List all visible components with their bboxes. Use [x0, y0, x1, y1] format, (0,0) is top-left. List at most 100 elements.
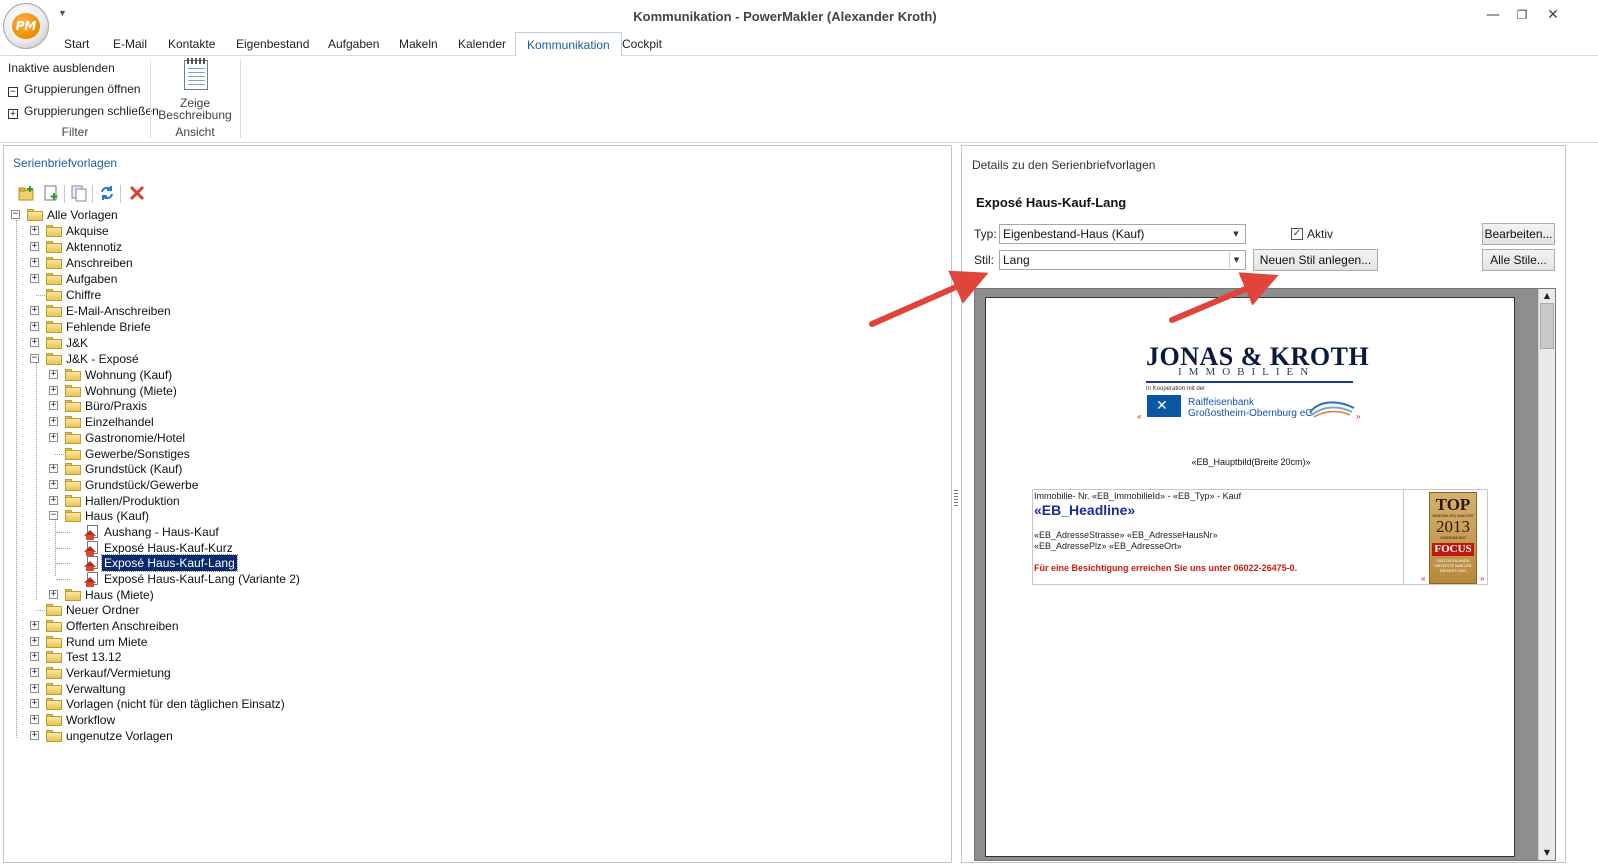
expand-icon[interactable]: + — [49, 433, 58, 442]
expand-icon[interactable]: + — [30, 652, 39, 661]
house-document-icon — [84, 556, 100, 571]
chevron-down-icon: ▼ — [1233, 230, 1239, 238]
scroll-up-icon[interactable]: ▲ — [1539, 289, 1555, 303]
hauptbild-field: «EB_Hauptbild(Breite 20cm)» — [1191, 457, 1311, 467]
expand-icon[interactable]: + — [30, 338, 39, 347]
gruppierungen-oeffnen-button[interactable]: − Gruppierungen öffnen — [8, 82, 141, 97]
folder-icon — [46, 305, 62, 317]
tree-node-label: Rund um Miete — [66, 635, 148, 649]
tree-node-label: Aktennotiz — [66, 240, 123, 254]
folder-icon — [46, 667, 62, 679]
scroll-down-icon[interactable]: ▼ — [1539, 846, 1555, 860]
tree-node-label: E-Mail-Anschreiben — [66, 304, 171, 318]
minimize-button[interactable]: — — [1480, 4, 1506, 26]
address-city-field: «EB_AdressePlz» «EB_AdresseOrt» — [1034, 541, 1182, 551]
expand-icon[interactable]: + — [49, 370, 58, 379]
folder-icon — [46, 651, 62, 663]
typ-select[interactable]: Eigenbestand-Haus (Kauf) ▼ — [999, 224, 1246, 244]
gruppierungen-schliessen-label: Gruppierungen schließen — [24, 104, 159, 118]
neuen-stil-anlegen-button[interactable]: Neuen Stil anlegen... — [1253, 249, 1378, 271]
expand-icon[interactable]: + — [30, 699, 39, 708]
notepad-icon[interactable] — [184, 58, 208, 90]
beschreibung-label[interactable]: Beschreibung — [155, 108, 235, 122]
tab-kalender[interactable]: Kalender — [447, 32, 517, 56]
tree-node-label: Gastronomie/Hotel — [85, 431, 186, 445]
property-info-box: Immobilie- Nr. «EB_ImmobilieId» - «EB_Ty… — [1032, 489, 1488, 585]
folder-icon — [46, 620, 62, 632]
stil-select[interactable]: Lang ▼ — [999, 250, 1246, 270]
tab-kommunikation[interactable]: Kommunikation — [515, 32, 622, 57]
delete-icon[interactable] — [128, 184, 146, 202]
expand-icon[interactable]: + — [49, 590, 58, 599]
tab-email[interactable]: E-Mail — [102, 32, 158, 56]
tree-node-label: Exposé Haus-Kauf-Kurz — [104, 541, 233, 555]
refresh-icon[interactable] — [98, 184, 116, 202]
splitter-handle[interactable] — [954, 490, 958, 508]
gruppierungen-schliessen-button[interactable]: + Gruppierungen schließen — [8, 104, 159, 119]
collapse-icon[interactable]: − — [49, 511, 58, 520]
tab-makeln[interactable]: Makeln — [388, 32, 449, 56]
tab-kontakte[interactable]: Kontakte — [157, 32, 226, 56]
folder-icon — [46, 337, 62, 349]
tab-aufgaben[interactable]: Aufgaben — [317, 32, 390, 56]
ribbon-group-ansicht-label: Ansicht — [175, 125, 215, 139]
expand-icon[interactable]: + — [30, 668, 39, 677]
expand-icon[interactable]: + — [49, 401, 58, 410]
expand-icon[interactable]: + — [49, 386, 58, 395]
alle-stile-button[interactable]: Alle Stile... — [1482, 249, 1555, 271]
collapse-icon[interactable]: − — [30, 354, 39, 363]
inaktive-ausblenden-button[interactable]: Inaktive ausblenden — [8, 61, 115, 75]
expand-icon[interactable]: + — [30, 621, 39, 630]
tree-node-label: Einzelhandel — [85, 415, 154, 429]
new-folder-icon[interactable] — [18, 184, 36, 202]
expand-icon[interactable]: + — [49, 417, 58, 426]
expand-icon[interactable]: + — [49, 480, 58, 489]
bearbeiten-button[interactable]: Bearbeiten... — [1482, 223, 1555, 245]
tree-node-label: Fehlende Briefe — [66, 320, 151, 334]
folder-icon — [65, 400, 81, 412]
folder-icon — [65, 416, 81, 428]
expand-icon[interactable]: + — [30, 226, 39, 235]
expand-icon[interactable]: + — [30, 322, 39, 331]
expand-icon[interactable]: + — [30, 258, 39, 267]
expand-icon[interactable]: + — [49, 496, 58, 505]
expand-icon[interactable]: + — [30, 306, 39, 315]
document-preview[interactable]: JONAS & KROTH IMMOBILIEN In Kooperation … — [974, 288, 1556, 861]
new-document-icon[interactable] — [42, 184, 60, 202]
expand-icon[interactable]: + — [30, 242, 39, 251]
close-button[interactable]: ✕ — [1540, 4, 1566, 26]
stil-value: Lang — [1003, 253, 1030, 267]
tab-eigenbestand[interactable]: Eigenbestand — [225, 32, 320, 56]
tab-start[interactable]: Start — [53, 32, 100, 56]
panel-title: Details zu den Serienbriefvorlagen — [972, 158, 1156, 172]
folder-icon — [65, 448, 81, 460]
folder-icon — [65, 432, 81, 444]
stil-label: Stil: — [974, 253, 995, 267]
tree-node-label: Grundstück (Kauf) — [85, 462, 183, 476]
tree-node-label: Workflow — [66, 713, 116, 727]
tab-cockpit[interactable]: Cockpit — [611, 32, 673, 56]
restore-button[interactable]: ❐ — [1509, 4, 1535, 26]
folder-icon — [65, 495, 81, 507]
preview-scrollbar[interactable]: ▲ ▼ — [1538, 289, 1555, 860]
copy-icon[interactable] — [70, 184, 88, 202]
expand-icon[interactable]: + — [30, 731, 39, 740]
info-divider — [1403, 490, 1404, 584]
besichtigung-text: Für eine Besichtigung erreichen Sie uns … — [1034, 563, 1298, 573]
expand-icon[interactable]: + — [49, 464, 58, 473]
template-name: Exposé Haus-Kauf-Lang — [976, 195, 1127, 210]
expand-icon[interactable]: + — [30, 274, 39, 283]
chevron-down-icon: ▼ — [1229, 252, 1243, 268]
expand-icon[interactable]: + — [30, 684, 39, 693]
folder-icon — [46, 257, 62, 269]
expand-icon[interactable]: + — [30, 637, 39, 646]
powermakler-logo-icon: PM — [12, 13, 40, 39]
tree-node-label: Exposé Haus-Kauf-Lang (Variante 2) — [104, 572, 300, 586]
tree-node-label: Grundstück/Gewerbe — [85, 478, 199, 492]
aktiv-checkbox[interactable]: ✓ — [1291, 228, 1303, 240]
collapse-icon[interactable]: − — [11, 210, 20, 219]
ribbon-separator — [240, 60, 241, 138]
expand-icon[interactable]: + — [30, 715, 39, 724]
app-logo-button[interactable]: PM — [3, 3, 49, 49]
scroll-thumb[interactable] — [1540, 303, 1554, 349]
